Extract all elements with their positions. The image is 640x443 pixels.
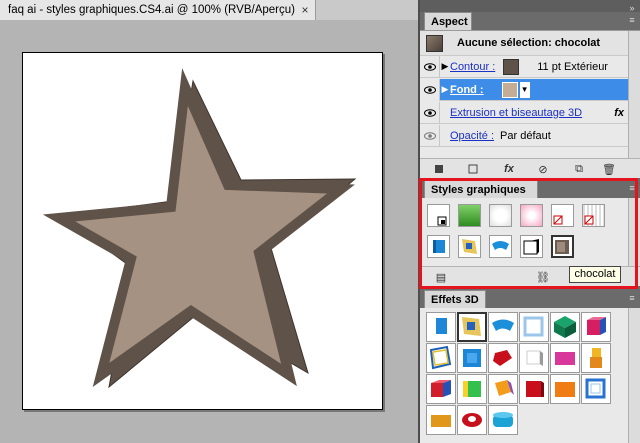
tab-strip <box>316 0 418 20</box>
eye-icon[interactable] <box>420 124 440 147</box>
duplicate-icon[interactable]: ⧉ <box>570 160 588 178</box>
document-tab[interactable]: faq ai - styles graphiques.CS4.ai @ 100%… <box>0 0 316 20</box>
stroke-icon[interactable] <box>464 160 482 178</box>
fond-link[interactable]: Fond : <box>450 84 484 96</box>
style-thumbnail <box>426 34 443 52</box>
effect-red-box[interactable] <box>519 374 549 404</box>
clear-icon[interactable]: ⊘ <box>534 160 552 178</box>
effect-orange-slab[interactable] <box>550 374 580 404</box>
style-swatch-green[interactable] <box>458 204 481 227</box>
star-face <box>42 68 355 388</box>
style-swatch-none[interactable] <box>551 204 574 227</box>
panel-dock: » Aspect ≡ Aucune sélection: chocolat ▶ … <box>420 0 640 443</box>
canvas-area[interactable] <box>0 20 418 443</box>
effect-red-blue-cube[interactable] <box>426 374 456 404</box>
eye-icon[interactable] <box>420 55 440 78</box>
effect-pink-slab[interactable] <box>550 343 580 373</box>
panel-menu-icon[interactable]: ≡ <box>627 15 637 25</box>
contour-value: 11 pt Extérieur <box>537 60 608 73</box>
fond-row[interactable]: ▶ Fond : ▼ <box>420 78 628 101</box>
effect-red-block[interactable] <box>488 343 518 373</box>
effect-blue-arc[interactable] <box>488 312 518 342</box>
style-swatch-black-cube[interactable] <box>520 235 543 258</box>
aspect-header-label: Aucune sélection: chocolat <box>457 37 601 49</box>
eye-icon[interactable] <box>420 101 440 124</box>
effect-magenta-cube[interactable] <box>581 312 611 342</box>
styles-panel <box>420 198 640 266</box>
opacite-row[interactable]: Opacité : Par défaut <box>420 124 628 147</box>
star-artwork[interactable] <box>23 53 384 411</box>
extrusion-row[interactable]: Extrusion et biseautage 3D fx <box>420 101 628 124</box>
style-swatch-white[interactable] <box>489 204 512 227</box>
contour-row[interactable]: ▶ Contour : 11 pt Extérieur <box>420 55 628 78</box>
effets-panel <box>420 308 640 443</box>
document-tab-title: faq ai - styles graphiques.CS4.ai @ 100%… <box>8 4 295 16</box>
contour-swatch[interactable] <box>503 58 520 75</box>
library-menu-icon[interactable]: ▤ <box>432 268 450 286</box>
effect-blue-outline[interactable] <box>581 374 611 404</box>
expand-triangle-icon[interactable]: ▶ <box>440 61 450 72</box>
aspect-footer: fx ⊘ ⧉ 🗑 <box>420 158 640 178</box>
tooltip: chocolat <box>569 266 621 283</box>
style-swatch-blue-arc[interactable] <box>489 235 512 258</box>
close-icon[interactable]: × <box>295 3 315 17</box>
break-link-icon[interactable]: ⛓ <box>534 268 552 286</box>
contour-link[interactable]: Contour : <box>450 61 495 73</box>
extrusion-link[interactable]: Extrusion et biseautage 3D <box>450 107 582 119</box>
style-swatch-pink[interactable] <box>520 204 543 227</box>
trash-icon[interactable]: 🗑 <box>600 160 618 178</box>
panel-menu-icon[interactable]: ≡ <box>627 293 637 303</box>
fx-icon[interactable]: fx <box>614 107 624 119</box>
style-swatch-default[interactable] <box>427 204 450 227</box>
chevron-down-icon[interactable]: ▼ <box>519 81 530 98</box>
effect-white-frame[interactable] <box>519 312 549 342</box>
style-swatch-chocolat[interactable] <box>551 235 574 258</box>
eye-icon[interactable] <box>420 78 440 101</box>
tab-aspect[interactable]: Aspect <box>424 12 472 30</box>
aspect-header: Aucune sélection: chocolat <box>420 31 628 56</box>
effect-green-block[interactable] <box>457 374 487 404</box>
styles-scrollbar[interactable] <box>628 198 640 266</box>
effect-cyan-cylinder[interactable] <box>488 405 518 435</box>
effect-gold-block[interactable] <box>426 405 456 435</box>
opacite-link[interactable]: Opacité : <box>450 130 494 142</box>
document-window: faq ai - styles graphiques.CS4.ai @ 100%… <box>0 0 418 443</box>
effect-yellow-frame[interactable] <box>457 312 487 342</box>
effect-outline-frame[interactable] <box>426 343 456 373</box>
effect-blue-frame[interactable] <box>457 343 487 373</box>
effect-orange-tower[interactable] <box>581 343 611 373</box>
tab-effets-3d[interactable]: Effets 3D <box>424 290 486 308</box>
opacite-value: Par défaut <box>500 129 551 142</box>
expand-triangle-icon[interactable]: ▶ <box>440 84 450 95</box>
effect-green-cube[interactable] <box>550 312 580 342</box>
square-icon[interactable] <box>430 160 448 178</box>
aspect-panel: Aucune sélection: chocolat ▶ Contour : 1… <box>420 30 640 159</box>
effect-orange-cube[interactable] <box>488 374 518 404</box>
effect-blue-block[interactable] <box>426 312 456 342</box>
effect-red-ring[interactable] <box>457 405 487 435</box>
style-swatch-yellow-cube[interactable] <box>458 235 481 258</box>
effets-scrollbar[interactable] <box>628 308 640 443</box>
effect-white-block[interactable] <box>519 343 549 373</box>
panel-menu-icon[interactable]: ≡ <box>627 183 637 193</box>
fond-swatch[interactable] <box>501 81 518 98</box>
style-swatch-blue-cube[interactable] <box>427 235 450 258</box>
aspect-scrollbar[interactable] <box>628 31 640 159</box>
tab-styles-graphiques[interactable]: Styles graphiques <box>424 180 538 198</box>
style-swatch-pattern[interactable] <box>582 204 605 227</box>
fx-icon[interactable]: fx <box>500 160 518 178</box>
artboard[interactable] <box>22 52 383 410</box>
